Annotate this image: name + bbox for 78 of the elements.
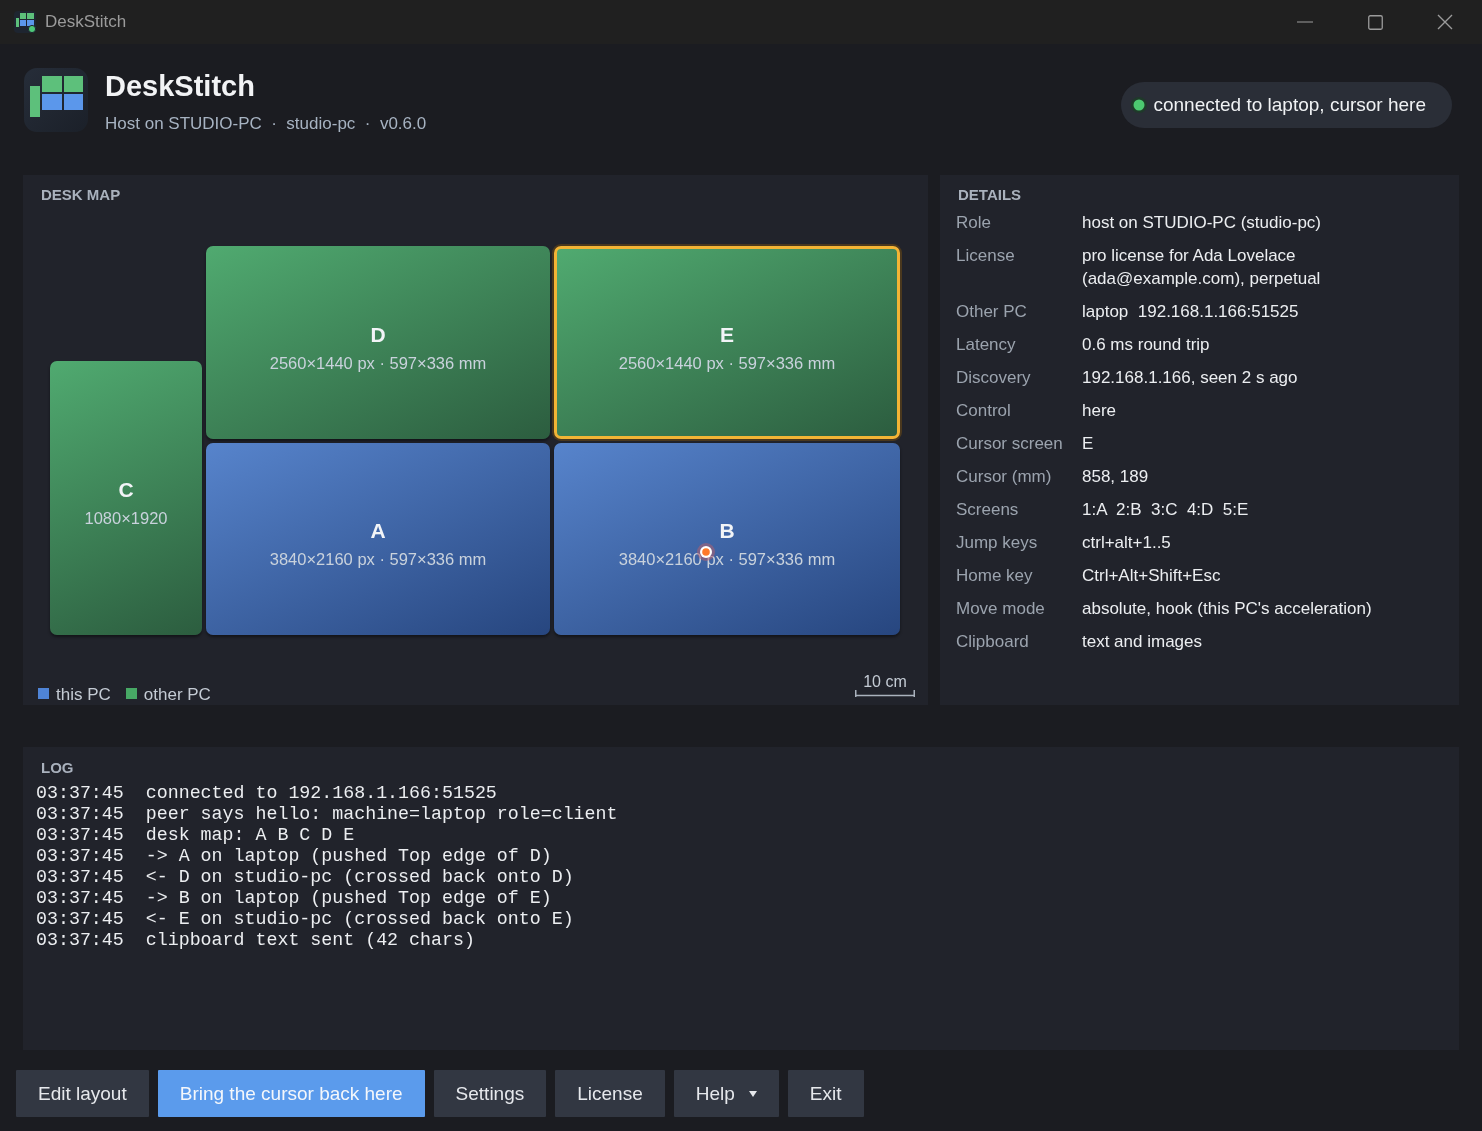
log-time: 03:37:45 xyxy=(36,825,124,846)
log-time: 03:37:45 xyxy=(36,846,124,867)
detail-label: Discovery xyxy=(956,367,1032,389)
screen-label: D xyxy=(370,322,386,347)
detail-value: pro license for Ada Lovelace (ada@example.com), perpetual xyxy=(1082,245,1322,290)
status-text: connected to laptop, cursor here xyxy=(1153,94,1426,116)
detail-label: Home key xyxy=(956,565,1034,587)
close-icon[interactable] xyxy=(1437,14,1453,30)
action-button[interactable]: Settings xyxy=(433,1070,547,1117)
scale-bar-icon xyxy=(855,690,915,697)
screen-label: B xyxy=(719,519,735,543)
detail-label: Latency xyxy=(956,334,1017,356)
log-message: peer says hello: machine=laptop role=client xyxy=(145,804,618,825)
log-time: 03:37:45 xyxy=(36,909,124,930)
log-message: connected to 192.168.1.166:51525 xyxy=(145,783,497,804)
detail-label: Role xyxy=(956,212,992,234)
screen-label: C xyxy=(118,478,134,502)
detail-label: Clipboard xyxy=(956,631,1030,653)
screen-resolution: 3840×2160 px · 597×336 mm xyxy=(269,549,487,569)
detail-label: Other PC xyxy=(956,301,1028,323)
detail-value: 1:A 2:B 3:C 4:D 5:E xyxy=(1082,499,1250,521)
app-logo-icon xyxy=(24,68,88,132)
window-title: DeskStitch xyxy=(45,12,127,32)
detail-label: Jump keys xyxy=(956,532,1039,554)
log-time: 03:37:45 xyxy=(36,888,124,909)
screen-resolution: 3840×2160 px · 597×336 mm xyxy=(618,549,836,569)
screen-resolution: 2560×1440 px · 597×336 mm xyxy=(618,352,836,373)
detail-value: 858, 189 xyxy=(1082,466,1150,488)
screen-tile[interactable]: B 3840×2160 px · 597×336 mm xyxy=(554,443,900,635)
maximize-icon[interactable] xyxy=(1367,14,1383,30)
scale-label: 10 cm xyxy=(863,674,907,690)
screen-tile[interactable]: A 3840×2160 px · 597×336 mm xyxy=(206,443,550,635)
detail-label: Cursor (mm) xyxy=(956,466,1053,488)
screen-label: A xyxy=(370,519,386,543)
log-time: 03:37:45 xyxy=(36,804,124,825)
detail-value: here xyxy=(1082,400,1118,422)
log-message: -> A on laptop (pushed Top edge of D) xyxy=(145,846,552,867)
detail-label: Control xyxy=(956,400,1012,422)
action-button[interactable]: License xyxy=(555,1070,665,1117)
app-title: DeskStitch xyxy=(105,69,255,103)
screen-label: E xyxy=(720,322,734,347)
detail-value: host on STUDIO-PC (studio-pc) xyxy=(1082,212,1322,234)
app-icon xyxy=(14,11,36,33)
log-message: <- E on studio-pc (crossed back onto E) xyxy=(145,909,574,930)
log-time: 03:37:45 xyxy=(36,783,124,804)
host-subtitle: Host on STUDIO-PC · studio-pc · v0.6.0 xyxy=(105,114,427,134)
action-button[interactable]: Exit xyxy=(787,1070,864,1117)
detail-value: laptop 192.168.1.166:51525 xyxy=(1082,301,1300,323)
action-button[interactable]: Bring the cursor back here xyxy=(157,1070,425,1117)
detail-value: absolute, hook (this PC's acceleration) xyxy=(1082,598,1373,620)
panel-heading: DESK MAP xyxy=(41,186,121,204)
action-button[interactable]: Edit layout xyxy=(16,1070,149,1117)
screen-tile[interactable]: D 2560×1440 px · 597×336 mm xyxy=(206,246,550,439)
detail-value: 0.6 ms round trip xyxy=(1082,334,1211,356)
detail-value: Ctrl+Alt+Shift+Esc xyxy=(1082,565,1222,587)
legend-label: this PC xyxy=(56,685,111,705)
detail-value: E xyxy=(1082,433,1095,455)
action-button[interactable]: Help xyxy=(673,1070,779,1117)
log-time: 03:37:45 xyxy=(36,930,124,951)
log-message: desk map: A B C D E xyxy=(145,825,355,846)
detail-value: text and images xyxy=(1082,631,1203,653)
panel-heading: DETAILS xyxy=(958,186,1022,204)
detail-label: Move mode xyxy=(956,598,1046,620)
detail-label: License xyxy=(956,245,1016,267)
screen-resolution: 2560×1440 px · 597×336 mm xyxy=(269,352,487,373)
screen-tile[interactable]: C 1080×1920 xyxy=(50,361,202,635)
screen-tile[interactable]: E 2560×1440 px · 597×336 mm xyxy=(554,246,900,439)
detail-value: ctrl+alt+1..5 xyxy=(1082,532,1172,554)
legend-label: other PC xyxy=(143,685,211,705)
detail-label: Cursor screen xyxy=(956,433,1064,455)
log-message: <- D on studio-pc (crossed back onto D) xyxy=(145,867,574,888)
detail-label: Screens xyxy=(956,499,1020,521)
log-time: 03:37:45 xyxy=(36,867,124,888)
log-message: clipboard text sent (42 chars) xyxy=(145,930,475,951)
log-message: -> B on laptop (pushed Top edge of E) xyxy=(145,888,552,909)
detail-value: 192.168.1.166, seen 2 s ago xyxy=(1082,367,1299,389)
screen-resolution: 1080×1920 xyxy=(84,508,168,528)
panel-heading: LOG xyxy=(41,759,74,777)
